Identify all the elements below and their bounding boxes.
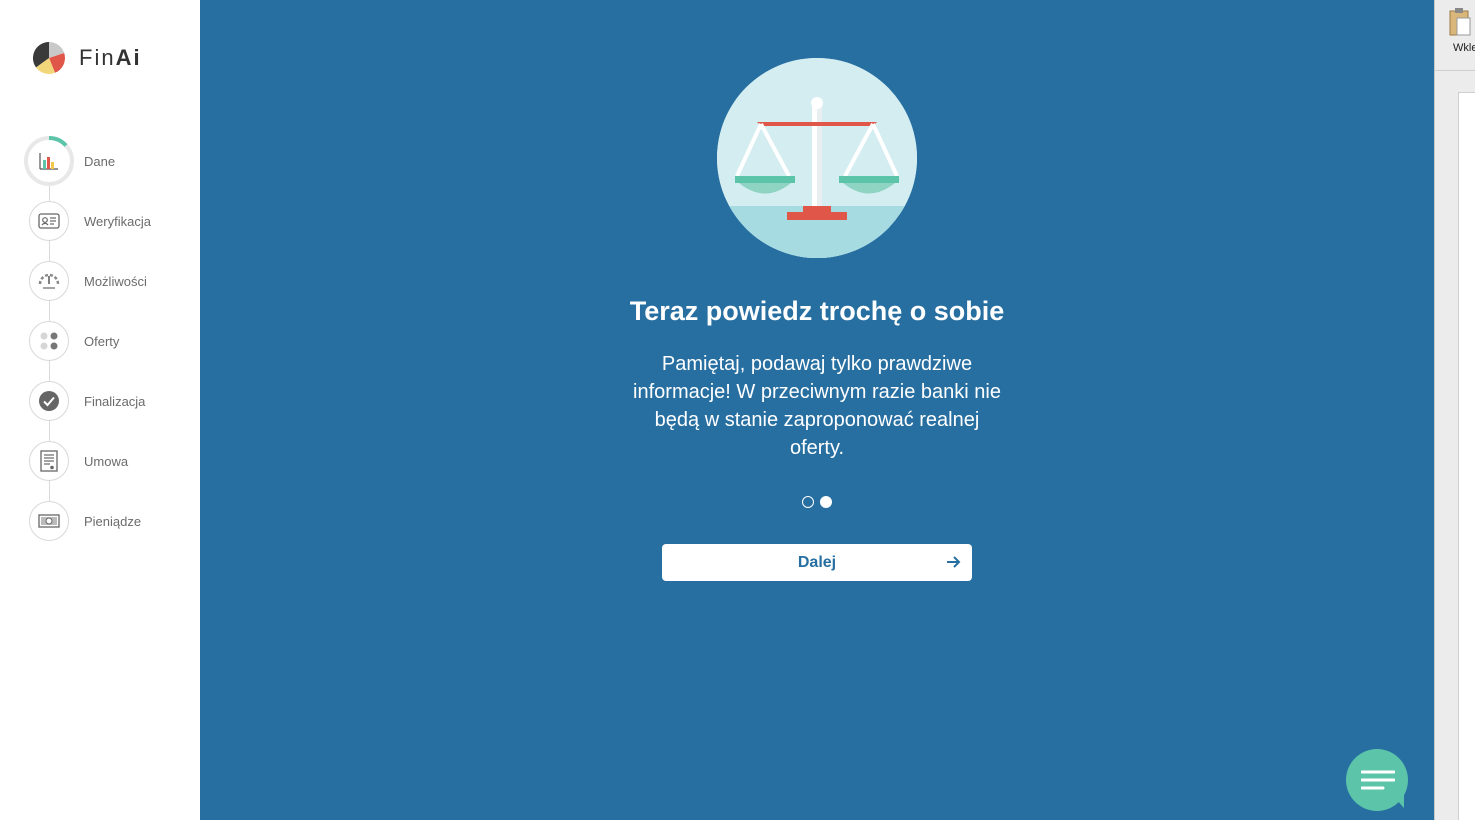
gauge-icon: [38, 273, 60, 289]
step-pieniadze-circle: [29, 501, 69, 541]
step-label: Dane: [84, 153, 116, 169]
clipboard-paste-icon[interactable]: [1448, 7, 1472, 37]
step-oferty[interactable]: Oferty: [24, 315, 194, 367]
pie-chart-logo-icon: [33, 42, 65, 74]
chat-button[interactable]: [1346, 749, 1408, 811]
onboarding-title: Teraz powiedz trochę o sobie: [629, 296, 1005, 326]
id-card-icon: [38, 213, 60, 229]
step-label: Weryfikacja: [84, 213, 151, 229]
document-page: [1458, 92, 1475, 820]
next-button[interactable]: Dalej: [662, 544, 972, 581]
chat-icon: [1361, 770, 1395, 790]
step-dane[interactable]: Dane: [24, 135, 194, 187]
step-finalizacja[interactable]: Finalizacja: [24, 375, 194, 427]
logo-text: FinAi: [79, 45, 142, 70]
step-label: Pieniądze: [84, 513, 142, 529]
step-label: Możliwości: [84, 273, 147, 289]
step-umowa-circle: [29, 441, 69, 481]
pagination-dot-active[interactable]: [820, 496, 832, 508]
balance-scale-illustration: [717, 58, 917, 258]
paste-label: Wkle: [1453, 42, 1475, 54]
step-umowa[interactable]: Umowa: [24, 435, 194, 487]
step-weryfikacja[interactable]: Weryfikacja: [24, 195, 194, 247]
onboarding-panel: Teraz powiedz trochę o sobie Pamiętaj, p…: [200, 0, 1434, 820]
progress-arc-icon: [48, 136, 68, 147]
slide-pagination: [802, 496, 832, 508]
ribbon-separator: [1435, 70, 1475, 71]
pagination-dot[interactable]: [802, 496, 814, 508]
step-dane-circle: [24, 136, 74, 186]
step-mozliwosci-circle: [29, 261, 69, 301]
next-button-label: Dalej: [797, 553, 837, 571]
step-finalizacja-circle: [29, 381, 69, 421]
step-label: Finalizacja: [84, 393, 146, 409]
scale-icon: [717, 58, 917, 258]
dots-grid-icon: [40, 332, 58, 350]
money-icon: [38, 514, 60, 528]
step-label: Oferty: [84, 333, 120, 349]
step-oferty-circle: [29, 321, 69, 361]
contract-icon: [40, 450, 58, 472]
onboarding-description: Pamiętaj, podawaj tylko prawdziwe inform…: [633, 353, 1001, 459]
sidebar: FinAi Dane Weryfikacja Możliwości Oferty…: [0, 0, 200, 820]
step-pieniadze[interactable]: Pieniądze: [24, 495, 194, 547]
step-weryfikacja-circle: [29, 201, 69, 241]
step-mozliwosci[interactable]: Możliwości: [24, 255, 194, 307]
arrow-right-icon: [947, 556, 961, 568]
check-circle-icon: [39, 391, 59, 411]
finai-logo[interactable]: FinAi: [33, 42, 142, 74]
step-label: Umowa: [84, 453, 129, 469]
background-app-window: Wkle: [1434, 0, 1475, 820]
